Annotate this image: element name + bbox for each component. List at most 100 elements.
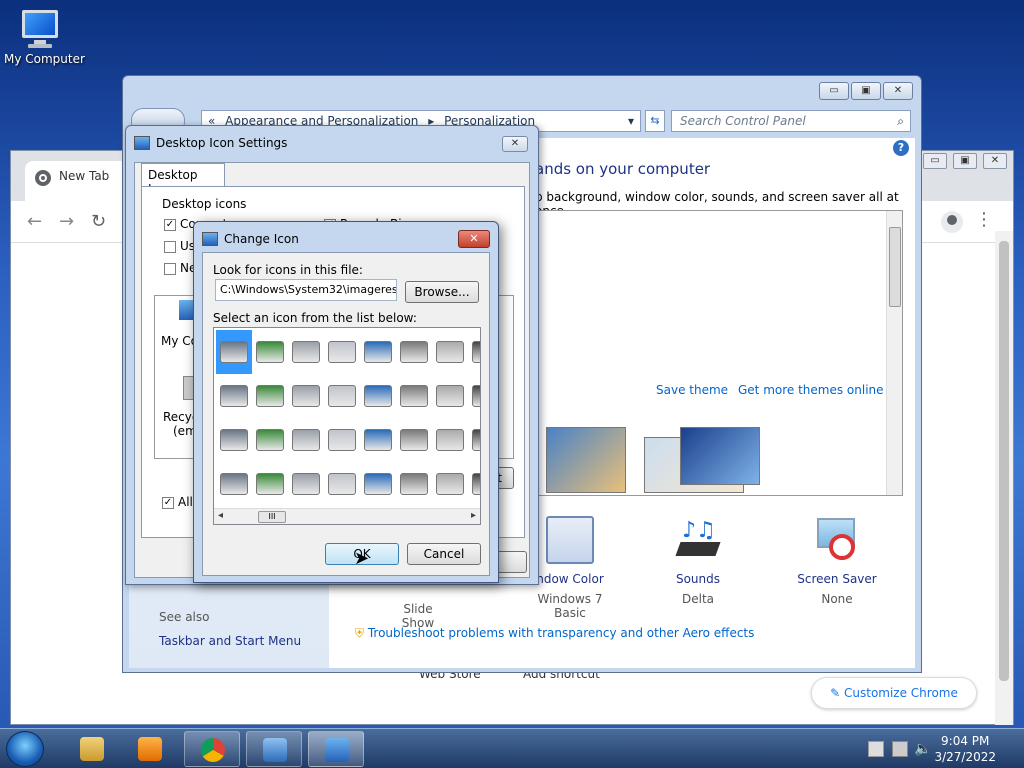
taskbar: 🔈 9:04 PM 3/27/2022 [0,728,1024,768]
usb-device-icon[interactable] [396,374,432,418]
floppy-ok-icon[interactable] [360,462,396,506]
maximize-button[interactable]: ▣ [953,153,977,169]
close-button[interactable]: ✕ [883,82,913,100]
select-icon-label: Select an icon from the list below: [213,311,417,325]
chrome-scrollbar[interactable] [995,231,1013,725]
memory-chip-icon[interactable] [252,374,288,418]
icon-grid[interactable]: ◂ III ▸ [213,327,481,525]
profile-avatar-icon[interactable] [941,211,963,233]
clock-date: 3/27/2022 [934,750,996,764]
refresh-icon[interactable]: ⇆ [645,110,665,132]
globe-icon[interactable] [360,330,396,374]
back-arrow-icon[interactable]: ← [27,211,42,232]
horizontal-scrollbar[interactable]: ◂ III ▸ [214,508,480,524]
action-center-icon[interactable] [868,741,884,757]
printer-alt-icon[interactable] [396,418,432,462]
media-icon[interactable] [468,462,480,506]
troubleshoot-label: Troubleshoot problems with transparency … [367,626,755,640]
control-panel-titlebar: ▭ ▣ ✕ [123,76,921,110]
cancel-button[interactable]: Cancel [407,543,481,565]
menu-dots-icon[interactable]: ⋮ [975,209,993,230]
reload-icon[interactable]: ↻ [91,211,106,232]
chrome-window-buttons: ▭ ▣ ✕ [923,153,1007,169]
taskbar-control-panel[interactable] [246,731,302,767]
recycle-bin-empty-icon[interactable] [432,374,468,418]
theme-thumbnail[interactable] [680,427,760,485]
close-button[interactable]: ✕ [458,230,490,248]
volume-icon[interactable]: 🔈 [914,741,931,757]
dialog-title: Desktop Icon Settings [156,136,288,150]
start-button[interactable] [6,731,44,767]
recycle-bin-full-icon[interactable] [468,374,480,418]
drive-flat-icon[interactable] [252,418,288,462]
checkbox-network[interactable]: Ne [164,261,196,275]
icon-grid-items [216,330,480,506]
windows-logo-icon[interactable] [252,462,288,506]
clock[interactable]: 9:04 PM 3/27/2022 [934,733,996,765]
close-button[interactable]: ✕ [502,136,528,152]
taskbar-desktop-settings[interactable] [308,731,364,767]
screen-saver-item[interactable]: Screen Saver None [795,516,879,606]
slide-show-item[interactable]: Slide Show [388,596,448,630]
printer-ok-icon[interactable] [396,330,432,374]
theme-list-scrollbar[interactable] [886,211,902,495]
card-reader-icon[interactable] [324,374,360,418]
change-icon-icon [202,232,218,246]
page-title: ands on your computer [535,160,711,178]
drive-error-icon[interactable] [216,418,252,462]
dvd-ram-icon[interactable] [288,418,324,462]
group-label: Desktop icons [162,197,247,211]
theme-list[interactable]: Save theme Get more themes online [535,210,903,496]
tape-drive-icon[interactable] [324,418,360,462]
sounds-icon: ♪♫ [674,516,722,564]
window-color-item[interactable]: ndow Color Windows 7 Basic [535,516,605,620]
customize-chrome-button[interactable]: ✎ Customize Chrome [811,677,977,709]
sounds-item[interactable]: ♪♫ Sounds Delta [663,516,733,606]
drive-icon[interactable] [216,330,252,374]
lock-icon[interactable] [468,418,480,462]
printer-icon[interactable] [432,330,468,374]
dvd-rom-icon[interactable] [288,462,324,506]
browse-button[interactable]: Browse... [405,281,479,303]
forward-arrow-icon[interactable]: → [59,211,74,232]
camcorder-icon[interactable] [360,374,396,418]
taskbar-start-menu-link[interactable]: Taskbar and Start Menu [159,634,301,648]
dvd-drive-icon[interactable] [288,330,324,374]
scroll-right-icon[interactable]: ▸ [471,510,476,521]
camera-icon[interactable] [468,330,480,374]
dialog-content: Look for icons in this file: C:\Windows\… [202,252,490,576]
desktop-settings-icon [325,738,349,762]
network-drive-icon[interactable] [252,330,288,374]
apply-button[interactable] [497,551,527,573]
minimize-button[interactable]: ▭ [923,153,947,169]
scroll-left-icon[interactable]: ◂ [218,510,223,521]
file-path-input[interactable]: C:\Windows\System32\imageres.dll [215,279,397,301]
scanner-icon[interactable] [324,462,360,506]
network-icon[interactable] [892,741,908,757]
desktop-icon-my-computer[interactable]: My Computer [4,8,85,66]
theme-thumbnail[interactable] [546,427,626,493]
get-more-themes-link[interactable]: Get more themes online [738,383,884,397]
taskbar-explorer[interactable] [64,731,120,767]
recycle-bin-icon[interactable] [432,418,468,462]
maximize-button[interactable]: ▣ [851,82,881,100]
dvd-r-icon[interactable] [288,374,324,418]
save-theme-link[interactable]: Save theme [656,383,728,397]
floppy-icon[interactable] [396,462,432,506]
taskbar-media-player[interactable] [122,731,178,767]
computer-icon [18,8,62,50]
dropdown-arrow-icon[interactable]: ▾ [628,114,634,128]
scroll-thumb[interactable]: III [258,511,286,523]
tab-desktop-icons[interactable]: Desktop Icons [141,163,225,196]
taskbar-chrome[interactable] [184,731,240,767]
hard-disk-alt-icon[interactable] [216,462,252,506]
dvd-disc-icon[interactable] [432,462,468,506]
help-icon[interactable]: ? [893,140,909,156]
troubleshoot-link[interactable]: ⛨ Troubleshoot problems with transparenc… [355,626,754,641]
minimize-button[interactable]: ▭ [819,82,849,100]
phone-icon[interactable] [360,418,396,462]
search-input[interactable]: Search Control Panel ⌕ [671,110,911,132]
close-button[interactable]: ✕ [983,153,1007,169]
hard-disk-icon[interactable] [216,374,252,418]
dvd-rw-icon[interactable] [324,330,360,374]
